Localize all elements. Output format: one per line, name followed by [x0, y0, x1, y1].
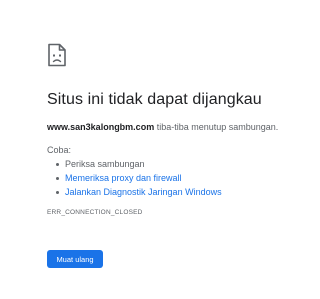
error-host: www.san3kalongbm.com — [47, 122, 155, 132]
run-network-diagnostics-link[interactable]: Jalankan Diagnostik Jaringan Windows — [65, 187, 222, 197]
error-title: Situs ini tidak dapat dijangkau — [47, 91, 262, 108]
suggestion-check-proxy-firewall: Memeriksa proxy dan firewall — [56, 171, 222, 185]
error-code: ERR_CONNECTION_CLOSED — [47, 209, 143, 216]
try-label: Coba: — [47, 145, 72, 155]
suggestion-label: Periksa sambungan — [65, 159, 145, 169]
bullet — [56, 162, 59, 166]
error-description: www.san3kalongbm.com tiba-tiba menutup s… — [47, 122, 278, 132]
suggestion-run-network-diagnostics: Jalankan Diagnostik Jaringan Windows — [56, 185, 222, 199]
suggestion-check-connection: Periksa sambungan — [56, 157, 222, 171]
error-message: tiba-tiba menutup sambungan. — [154, 122, 279, 132]
sad-page-icon — [48, 43, 66, 67]
check-proxy-firewall-link[interactable]: Memeriksa proxy dan firewall — [65, 173, 182, 183]
error-page: Situs ini tidak dapat dijangkau www.san3… — [0, 0, 320, 299]
bullet — [56, 190, 59, 194]
suggestions-list: Periksa sambungan Memeriksa proxy dan fi… — [47, 157, 222, 199]
reload-button[interactable]: Muat ulang — [47, 250, 103, 268]
bullet — [56, 176, 59, 180]
